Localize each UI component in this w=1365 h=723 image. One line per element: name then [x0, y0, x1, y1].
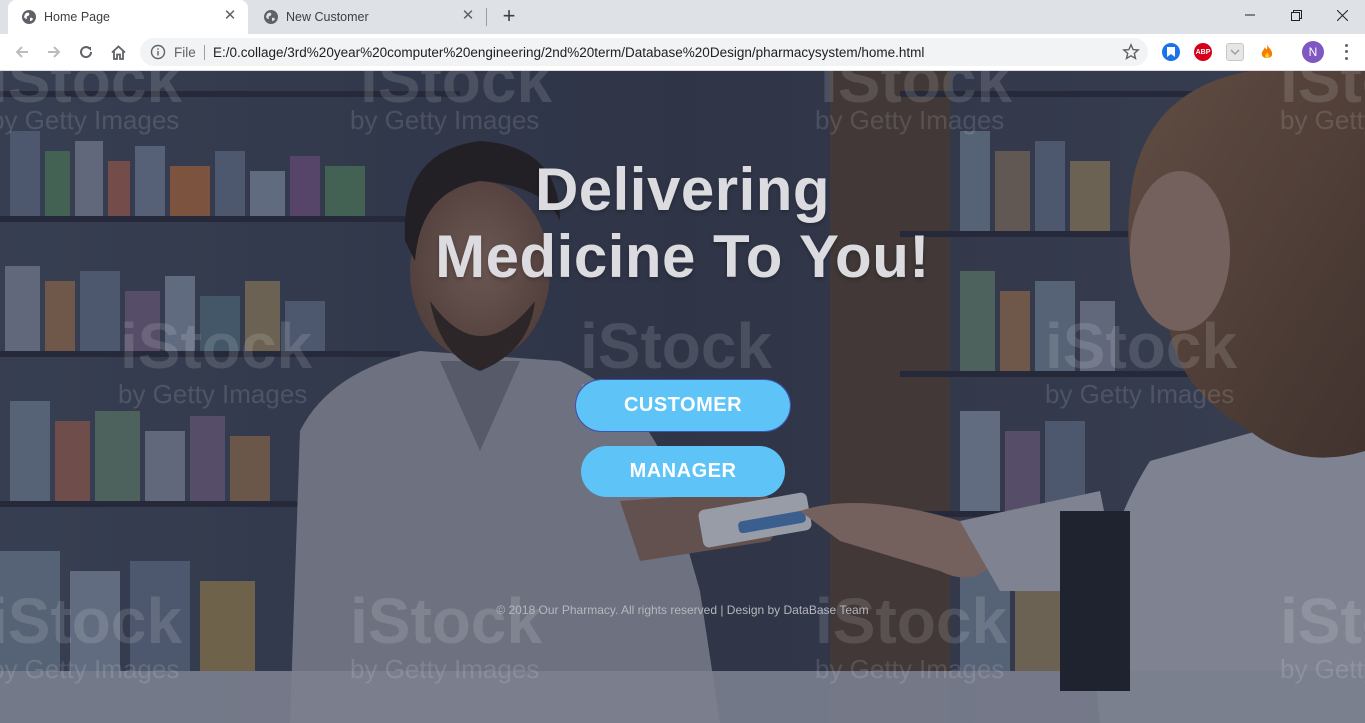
menu-dot: [1344, 57, 1348, 61]
tab-title: Home Page: [44, 10, 111, 24]
watermark-tagline: by Getty Images: [350, 105, 540, 135]
minimize-button[interactable]: [1227, 0, 1273, 30]
scheme-label: File: [174, 45, 196, 60]
tab-new-customer[interactable]: New Customer ✕: [250, 0, 486, 34]
fire-extension-icon[interactable]: [1258, 43, 1276, 61]
manager-button[interactable]: MANAGER: [581, 446, 785, 497]
back-button[interactable]: [10, 40, 34, 64]
headline-line-1: Delivering: [534, 156, 831, 223]
watermark-tagline: by Getty Images: [1280, 654, 1365, 684]
home-icon: [110, 44, 126, 60]
watermark-brand: iStock: [1280, 585, 1365, 657]
close-tab-icon[interactable]: ✕: [460, 8, 476, 24]
bookmark-extension-icon[interactable]: [1162, 43, 1180, 61]
menu-dot: [1344, 43, 1348, 47]
watermark-tagline: by Getty Images: [815, 654, 1005, 684]
address-divider: [204, 45, 205, 60]
watermark-tagline: by Getty Images: [0, 105, 180, 135]
browser-tab-strip: Home Page ✕ New Customer ✕ +: [0, 0, 1365, 34]
home-button[interactable]: [106, 40, 130, 64]
watermark-brand: iStock: [0, 585, 183, 657]
arrow-right-icon: [48, 46, 61, 58]
browser-menu-button[interactable]: [1338, 42, 1354, 62]
address-bar[interactable]: File E:/0.collage/3rd%20year%20computer%…: [140, 38, 1148, 66]
watermark-tagline: by Getty Images: [350, 654, 540, 684]
profile-avatar[interactable]: N: [1302, 41, 1324, 63]
watermark-tagline: by Getty Images: [815, 105, 1005, 135]
watermark-tagline: by Getty Images: [118, 379, 308, 409]
globe-icon: [264, 10, 278, 24]
tab-title: New Customer: [286, 10, 369, 24]
window-controls: [1227, 0, 1365, 30]
watermark-brand: iStock: [350, 585, 543, 657]
close-window-button[interactable]: [1319, 0, 1365, 30]
page-viewport: iStock by Getty Images iStock by Getty I…: [0, 71, 1365, 723]
arrow-left-icon: [15, 46, 28, 58]
restore-button[interactable]: [1273, 0, 1319, 30]
bookmark-glyph-icon: [1167, 47, 1175, 57]
info-icon[interactable]: [150, 44, 166, 60]
new-tab-button[interactable]: +: [498, 5, 520, 28]
profile-initial: N: [1308, 45, 1318, 59]
watermark-brand: iStock: [120, 310, 313, 382]
tab-home-page[interactable]: Home Page ✕: [8, 0, 248, 34]
close-icon: [1336, 9, 1348, 21]
flame-icon: [1261, 44, 1273, 59]
reload-button[interactable]: [74, 40, 98, 64]
reload-icon: [80, 46, 93, 59]
forward-button[interactable]: [42, 40, 66, 64]
pocket-glyph-icon: [1230, 49, 1240, 56]
watermark-brand: iStock: [815, 585, 1008, 657]
headline-line-2: Medicine To You!: [435, 223, 930, 290]
page-footer: © 2018 Our Pharmacy. All rights reserved…: [496, 603, 869, 617]
watermark-tagline: by Getty Images: [1280, 105, 1365, 135]
browser-toolbar: File E:/0.collage/3rd%20year%20computer%…: [0, 34, 1365, 71]
adblock-label: ABP: [1195, 48, 1211, 56]
watermark-tagline: by Getty Images: [1045, 379, 1235, 409]
minimize-icon: [1245, 14, 1255, 16]
watermark-brand: iStock: [1045, 310, 1238, 382]
watermark-tagline: by Getty Images: [0, 654, 180, 684]
customer-button[interactable]: CUSTOMER: [575, 379, 791, 432]
restore-icon: [1290, 9, 1302, 21]
globe-icon: [22, 10, 36, 24]
pocket-extension-icon[interactable]: [1226, 43, 1244, 61]
menu-dot: [1344, 50, 1348, 54]
watermark-brand: iStock: [580, 310, 773, 382]
hero-headline: Delivering Medicine To You!: [0, 156, 1365, 290]
close-tab-icon[interactable]: ✕: [222, 8, 238, 24]
bookmark-star-icon[interactable]: [1122, 43, 1140, 61]
url-text[interactable]: E:/0.collage/3rd%20year%20computer%20eng…: [213, 45, 924, 60]
tab-separator: [486, 8, 487, 26]
adblock-plus-icon[interactable]: ABP: [1194, 43, 1212, 61]
